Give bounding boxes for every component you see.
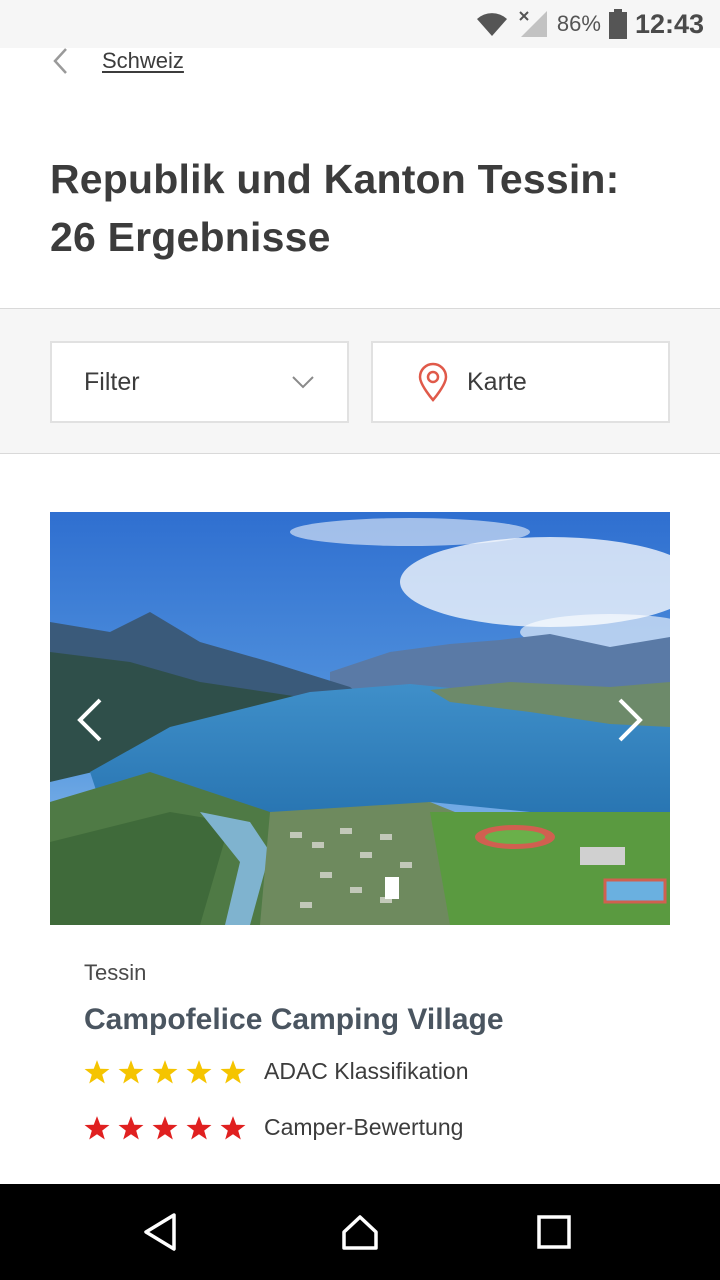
star-icon: [152, 1059, 178, 1083]
carousel-prev-button[interactable]: [70, 697, 110, 743]
adac-rating-label: ADAC Klassifikation: [264, 1058, 469, 1084]
star-icon: [84, 1059, 110, 1083]
star-icon: [220, 1115, 246, 1139]
adac-stars: [84, 1059, 246, 1085]
wifi-icon: [476, 13, 507, 36]
recents-icon[interactable]: [534, 1212, 574, 1252]
result-region: Tessin: [84, 960, 147, 985]
map-button[interactable]: Karte: [371, 341, 670, 423]
camper-rating: Camper-Bewertung: [84, 1114, 463, 1141]
star-icon: [220, 1059, 246, 1083]
result-title[interactable]: Campofelice Camping Village: [84, 1003, 504, 1037]
camper-stars: [84, 1115, 246, 1141]
star-icon: [186, 1115, 212, 1139]
back-link-label[interactable]: Schweiz: [102, 48, 184, 74]
page-title-line1: Republik und Kanton Tessin:: [50, 156, 620, 202]
filter-button[interactable]: Filter: [50, 341, 349, 423]
star-icon: [84, 1115, 110, 1139]
system-navigation-bar: [0, 1184, 720, 1280]
battery-icon: [608, 9, 627, 39]
back-link[interactable]: Schweiz: [50, 44, 184, 78]
star-icon: [118, 1115, 144, 1139]
filter-button-label: Filter: [84, 367, 140, 396]
map-button-label: Karte: [467, 367, 527, 396]
result-image-carousel[interactable]: [50, 512, 670, 925]
chevron-left-icon: [53, 48, 67, 74]
page-title-line2: 26 Ergebnisse: [50, 214, 331, 260]
adac-rating: ADAC Klassifikation: [84, 1058, 469, 1085]
carousel-next-button[interactable]: [610, 697, 650, 743]
clock: 12:43: [634, 8, 704, 39]
star-icon: [152, 1115, 178, 1139]
status-bar: 86% 12:43: [0, 0, 720, 48]
map-pin-icon: [418, 362, 448, 402]
battery-percent: 86%: [556, 11, 601, 36]
camper-rating-label: Camper-Bewertung: [264, 1114, 464, 1140]
campsite-photo: [50, 512, 670, 925]
page-title: Republik und Kanton Tessin: 26 Ergebniss…: [50, 150, 670, 266]
chevron-down-icon: [292, 376, 314, 389]
filter-bar: Filter Karte: [0, 308, 720, 454]
star-icon: [186, 1059, 212, 1083]
signal-icon: [519, 11, 547, 37]
back-icon[interactable]: [140, 1212, 180, 1252]
home-icon[interactable]: [340, 1212, 380, 1252]
star-icon: [118, 1059, 144, 1083]
